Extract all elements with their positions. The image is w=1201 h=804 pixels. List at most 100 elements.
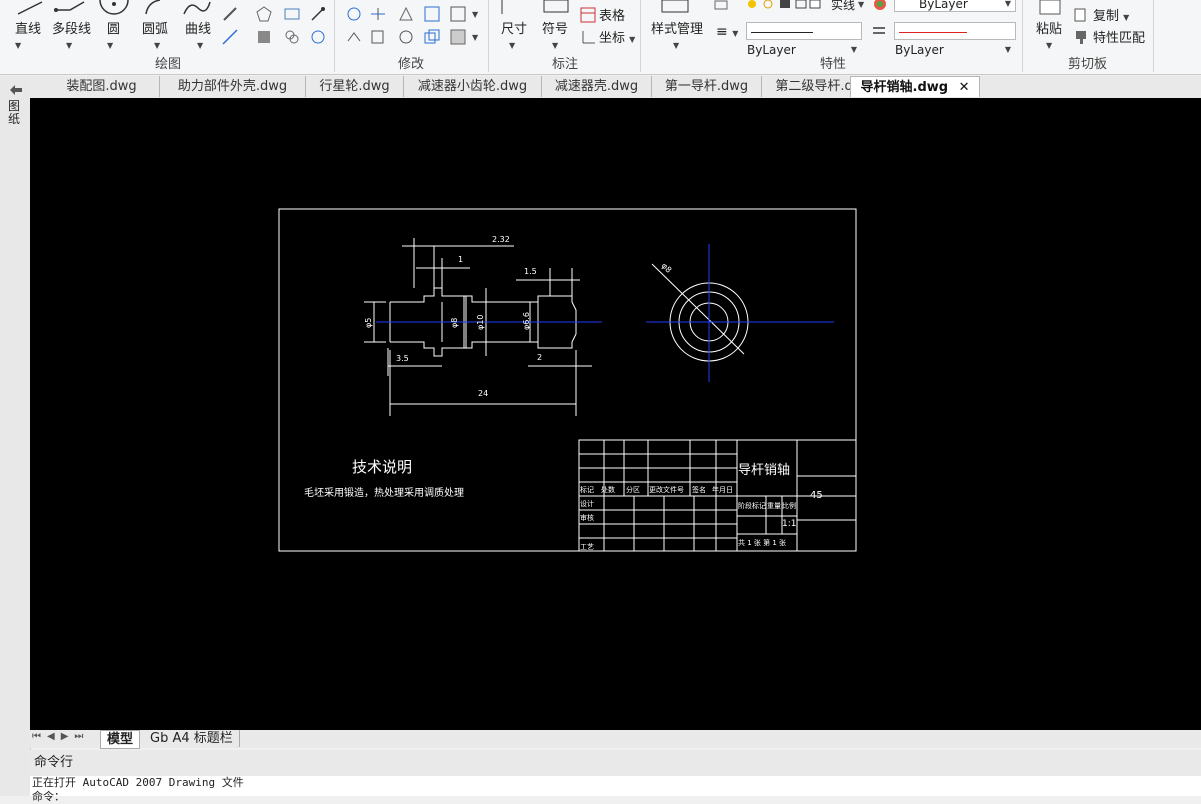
tb-label: 工艺 — [580, 543, 594, 551]
layer-properties-icon[interactable] — [714, 0, 730, 16]
coordinate-button[interactable]: 坐标 ▼ — [599, 27, 635, 46]
modify-group-label: 修改 — [398, 57, 425, 72]
offset-dropdown[interactable]: ▼ — [472, 10, 478, 19]
dim-text: φ5 — [364, 318, 373, 328]
doc-tab-active[interactable]: 导杆销轴.dwg ✕ — [850, 76, 980, 97]
close-tab-icon[interactable]: ✕ — [959, 80, 970, 95]
layer-dropdown[interactable]: ▼ — [858, 0, 864, 9]
polyline-button[interactable]: 多段线 ▼ — [52, 18, 91, 52]
polygon-icon[interactable] — [256, 6, 272, 22]
tb-label: 比例 — [782, 501, 796, 510]
dim-text: 2.32 — [492, 235, 510, 244]
array-icon[interactable] — [424, 6, 440, 22]
color-select[interactable]: ByLayer ▼ — [894, 0, 1016, 12]
doc-tab[interactable]: 行星轮.dwg — [306, 76, 404, 97]
annotate-group-label: 标注 — [552, 57, 579, 72]
coordinate-icon — [582, 31, 595, 44]
ribbon: 直线 ▼ 多段线 ▼ 圆 ▼ 圆弧 ▼ 曲线 ▼ 绘图 ▼ ▼ 修改 尺寸 ▼ 符号 ▼ 表格… — [0, 0, 1201, 75]
tb-label: 签名 — [692, 485, 706, 494]
dim-text: φ6.6 — [522, 312, 531, 330]
dim-text: φ10 — [476, 315, 485, 330]
paste-icon — [1039, 0, 1061, 15]
table-button[interactable]: 表格 — [599, 5, 625, 24]
match-properties-button[interactable]: 特性匹配 — [1093, 27, 1145, 46]
rotate-icon[interactable] — [398, 29, 414, 45]
dim-text: 1 — [458, 255, 463, 264]
copy-icon — [1074, 8, 1086, 22]
separator — [488, 0, 489, 72]
sheet-manager-label[interactable]: 图纸 — [8, 100, 22, 126]
style-manager-button[interactable]: 样式管理 ▼ — [651, 18, 703, 52]
boundary-icon[interactable] — [310, 29, 326, 45]
tb-label: 阶段标记 — [738, 501, 766, 510]
properties-group-label: 特性 — [820, 57, 847, 72]
layout-nav-arrows[interactable]: ⏮◀▶⏭ — [32, 731, 89, 742]
line-icon — [17, 1, 43, 15]
doc-tab[interactable]: 助力部件外壳.dwg — [160, 76, 306, 97]
point-icon[interactable] — [310, 6, 326, 22]
doc-tab[interactable]: 第一导杆.dwg — [652, 76, 762, 97]
symbol-button[interactable]: 符号 ▼ — [542, 18, 568, 52]
drawing-svg: 2.32 1 1.5 3.5 2 24 φ5 φ8 φ10 φ6.6 φ8 技术… — [278, 208, 857, 552]
dimension-button[interactable]: 尺寸 ▼ — [501, 18, 527, 52]
doc-tab[interactable]: 减速器小齿轮.dwg — [404, 76, 542, 97]
color-wheel-icon[interactable] — [872, 0, 888, 16]
line-button[interactable]: 直线 ▼ — [15, 18, 41, 52]
document-tab-bar: 装配图.dwg 助力部件外壳.dwg 行星轮.dwg 减速器小齿轮.dwg 减速… — [30, 76, 1201, 98]
dimension-icon — [501, 0, 503, 14]
tb-sheet: 共 1 张 第 1 张 — [738, 538, 786, 547]
tb-label: 处数 — [601, 485, 615, 494]
dim-text: φ8 — [450, 318, 459, 328]
layout-tab[interactable]: Gb A4 标题栏 — [144, 730, 240, 747]
match-properties-icon — [1076, 31, 1086, 44]
curve-button[interactable]: 曲线 ▼ — [185, 18, 211, 52]
construction-line-icon[interactable] — [222, 29, 238, 45]
drawing-canvas[interactable]: 2.32 1 1.5 3.5 2 24 φ5 φ8 φ10 φ6.6 φ8 技术… — [30, 98, 1201, 730]
paste-button[interactable]: 粘贴 ▼ — [1036, 18, 1062, 52]
tb-label: 年月日 — [712, 485, 733, 494]
layout-tab-model[interactable]: 模型 — [100, 730, 141, 749]
arc-button[interactable]: 圆弧 ▼ — [142, 18, 168, 52]
tb-label: 设计 — [580, 499, 594, 508]
symbol-icon — [543, 0, 569, 13]
region-icon[interactable] — [284, 29, 300, 45]
arc-icon — [145, 0, 161, 15]
separator — [1022, 0, 1023, 72]
circle-button[interactable]: 圆 ▼ — [107, 18, 120, 52]
table-icon — [580, 7, 596, 23]
block-icon[interactable] — [284, 6, 300, 22]
command-line-history[interactable]: 正在打开 AutoCAD 2007 Drawing 文件 命令： — [30, 776, 1201, 803]
separator — [334, 0, 335, 72]
layer-state-icons[interactable] — [746, 0, 826, 12]
hatch-icon[interactable] — [256, 29, 272, 45]
pencil-icon[interactable] — [222, 6, 238, 22]
lineweight-select[interactable]: ByLayer ▼ — [894, 22, 1016, 57]
command-log-line: 正在打开 AutoCAD 2007 Drawing 文件 — [32, 776, 244, 789]
tb-label: 分区 — [626, 485, 640, 494]
lineweight-list-icon[interactable] — [872, 24, 888, 40]
mirror-icon[interactable] — [398, 6, 414, 22]
linetype-select[interactable]: ByLayer ▼ — [746, 22, 862, 57]
offset-icon[interactable] — [450, 6, 466, 22]
lineweight-icon[interactable]: ≡ ▼ — [716, 24, 738, 40]
layer-name[interactable]: 实线 — [831, 0, 855, 13]
move-icon[interactable] — [346, 6, 362, 22]
sheet-manager-icon[interactable] — [9, 84, 23, 96]
doc-tab[interactable]: 减速器壳.dwg — [542, 76, 652, 97]
dim-text: φ8 — [660, 261, 674, 275]
tech-notes-text: 毛坯采用锻造，热处理采用调质处理 — [304, 486, 464, 499]
explode-icon[interactable] — [450, 29, 466, 45]
stretch-icon[interactable] — [346, 29, 362, 45]
scale-icon[interactable] — [370, 29, 386, 45]
dim-text: 3.5 — [396, 354, 409, 363]
layout-tab-bar: ⏮◀▶⏭ 模型 Gb A4 标题栏 — [30, 730, 1201, 749]
doc-tab[interactable]: 装配图.dwg — [44, 76, 160, 97]
trim-icon[interactable] — [370, 6, 386, 22]
separator — [1153, 0, 1154, 72]
explode-dropdown[interactable]: ▼ — [472, 33, 478, 42]
command-prompt[interactable]: 命令： — [32, 790, 1201, 804]
copy-button[interactable]: 复制 ▼ — [1093, 5, 1129, 24]
left-palette-strip: 图纸 — [0, 76, 31, 796]
clipboard-group-label: 剪切板 — [1068, 57, 1108, 72]
copy-object-icon[interactable] — [424, 29, 440, 45]
